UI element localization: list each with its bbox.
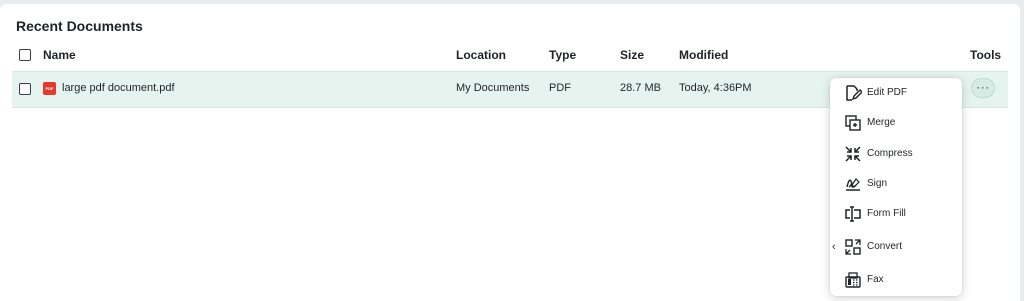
file-location: My Documents — [456, 82, 530, 94]
file-size: 28.7 MB — [620, 82, 661, 94]
pdf-file-icon: PDF — [43, 82, 56, 95]
column-header-modified[interactable]: Modified — [679, 48, 728, 62]
menu-item-convert[interactable]: ‹ Convert — [830, 234, 962, 260]
menu-item-label: Merge — [867, 117, 896, 128]
menu-item-sign[interactable]: Sign — [830, 171, 962, 197]
menu-item-label: Convert — [867, 241, 903, 252]
column-header-location[interactable]: Location — [456, 48, 506, 62]
submenu-chevron-left-icon: ‹ — [832, 241, 836, 253]
form-fill-icon — [845, 206, 861, 222]
tools-menu: Edit PDF Merge Compress Sign Form Fill ‹… — [830, 78, 962, 296]
menu-item-fax[interactable]: Fax — [830, 267, 962, 293]
more-options-button[interactable]: ··· — [971, 78, 995, 98]
column-header-tools: Tools — [970, 48, 1002, 62]
menu-item-label: Compress — [867, 148, 913, 159]
merge-icon — [845, 115, 861, 131]
column-header-size[interactable]: Size — [620, 48, 644, 62]
menu-item-label: Fax — [867, 274, 884, 285]
row-checkbox[interactable] — [19, 83, 31, 95]
menu-item-label: Sign — [867, 178, 888, 189]
file-name-link[interactable]: large pdf document.pdf — [62, 82, 175, 94]
convert-icon — [845, 239, 861, 255]
menu-item-label: Form Fill — [867, 208, 906, 219]
menu-item-compress[interactable]: Compress — [830, 141, 962, 167]
select-all-checkbox[interactable] — [19, 49, 31, 61]
menu-item-form-fill[interactable]: Form Fill — [830, 201, 962, 227]
menu-item-edit-pdf[interactable]: Edit PDF — [830, 80, 962, 106]
compress-icon — [845, 146, 861, 162]
file-modified: Today, 4:36PM — [679, 82, 752, 94]
menu-item-merge[interactable]: Merge — [830, 110, 962, 136]
sign-icon — [846, 178, 860, 191]
section-title: Recent Documents — [16, 18, 143, 34]
menu-item-label: Edit PDF — [867, 87, 908, 98]
column-header-name[interactable]: Name — [43, 48, 76, 62]
edit-pdf-icon — [846, 85, 862, 101]
column-header-type[interactable]: Type — [549, 48, 576, 62]
file-type: PDF — [549, 82, 571, 94]
fax-icon — [845, 272, 861, 288]
